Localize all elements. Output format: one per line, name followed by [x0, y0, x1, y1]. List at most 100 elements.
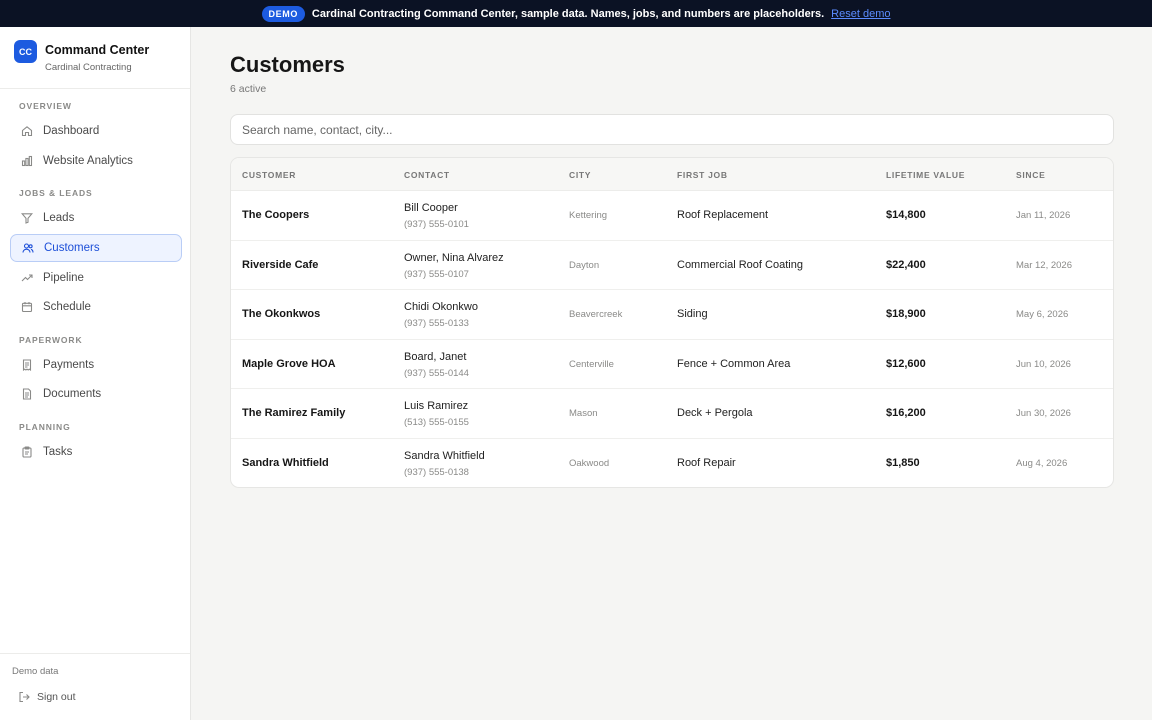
sidebar-item-label: Schedule	[43, 301, 91, 313]
lifetime-value: $18,900	[886, 308, 926, 320]
table-row[interactable]: Maple Grove HOA Board, Janet (937) 555-0…	[231, 340, 1113, 389]
first-job: Roof Repair	[677, 456, 736, 469]
nav-section-paperwork: PAPERWORK	[19, 335, 83, 345]
customers-table: CUSTOMER CONTACT CITY FIRST JOB LIFETIME…	[230, 157, 1114, 488]
sidebar-item-leads[interactable]: Leads	[10, 204, 182, 232]
first-job: Deck + Pergola	[677, 407, 753, 419]
sidebar-item-tasks[interactable]: Tasks	[10, 438, 182, 466]
page-title: Customers	[230, 52, 345, 77]
customer-city: Kettering	[569, 210, 608, 221]
main-content: Customers 6 active CUSTOMER CONTACT CITY…	[191, 27, 1152, 720]
contact-name: Owner, Nina Alvarez	[404, 251, 504, 264]
sidebar-item-pipeline[interactable]: Pipeline	[10, 264, 182, 292]
contact-name: Sandra Whitfield	[404, 449, 485, 462]
customer-name: The Ramirez Family	[242, 407, 346, 419]
customer-name: Riverside Cafe	[242, 258, 319, 271]
users-icon	[22, 242, 34, 254]
sidebar-item-label: Leads	[43, 212, 75, 224]
sidebar-item-label: Documents	[43, 388, 102, 400]
table-row[interactable]: The Ramirez Family Luis Ramirez (513) 55…	[231, 389, 1113, 439]
contact-name: Luis Ramirez	[404, 400, 469, 412]
contact-name: Board, Janet	[404, 350, 467, 363]
sidebar-item-label: Customers	[44, 242, 100, 254]
nav-section-planning: PLANNING	[19, 422, 71, 432]
sidebar-item-label: Dashboard	[43, 125, 100, 137]
filter-icon	[21, 212, 33, 224]
brand-company: Cardinal Contracting	[45, 62, 132, 73]
column-header-first-job: FIRST JOB	[677, 170, 728, 180]
sidebar-footer: Demo data Sign out	[0, 653, 190, 720]
lifetime-value: $1,850	[886, 456, 920, 469]
trending-up-icon	[21, 272, 33, 284]
lifetime-value: $16,200	[886, 407, 926, 419]
sidebar-item-label: Website Analytics	[43, 155, 133, 167]
contact-phone: (513) 555-0155	[404, 417, 469, 428]
banner-message: Cardinal Contracting Command Center, sam…	[311, 7, 825, 20]
contact-phone: (937) 555-0133	[404, 318, 469, 329]
file-icon	[21, 388, 33, 400]
sidebar-item-label: Payments	[43, 359, 95, 371]
brand-logo: CC	[14, 40, 37, 63]
calendar-icon	[21, 301, 33, 313]
brand-header: CC Command Center Cardinal Contracting	[0, 27, 190, 89]
demo-banner: DEMO Cardinal Contracting Command Center…	[0, 0, 1152, 27]
sidebar-item-payments[interactable]: Payments	[10, 351, 182, 379]
sidebar: CC Command Center Cardinal Contracting O…	[0, 27, 191, 720]
customer-name: The Coopers	[242, 209, 310, 221]
lifetime-value: $14,800	[886, 209, 926, 221]
sign-out-button[interactable]: Sign out	[18, 691, 76, 703]
clipboard-icon	[21, 446, 33, 458]
customer-name: Sandra Whitfield	[242, 456, 329, 469]
table-row[interactable]: Riverside Cafe Owner, Nina Alvarez (937)…	[231, 241, 1113, 290]
sidebar-item-dashboard[interactable]: Dashboard	[10, 117, 182, 145]
sidebar-item-schedule[interactable]: Schedule	[10, 293, 182, 321]
sidebar-item-documents[interactable]: Documents	[10, 380, 182, 408]
search-input[interactable]	[230, 114, 1114, 145]
lifetime-value: $12,600	[886, 357, 926, 370]
customer-city: Beavercreek	[569, 309, 623, 320]
home-icon	[21, 125, 33, 137]
brand-name: Command Center	[45, 43, 150, 57]
column-header-city: CITY	[569, 170, 592, 180]
customer-city: Centerville	[569, 358, 614, 370]
customer-since: Jan 11, 2026	[1016, 210, 1071, 221]
sidebar-item-website-analytics[interactable]: Website Analytics	[10, 147, 182, 175]
column-header-lifetime-value: LIFETIME VALUE	[886, 170, 966, 180]
customer-name: The Okonkwos	[242, 308, 321, 320]
customer-city: Dayton	[569, 259, 600, 271]
contact-phone: (937) 555-0144	[404, 367, 469, 379]
first-job: Fence + Common Area	[677, 357, 791, 370]
customer-name: Maple Grove HOA	[242, 357, 336, 370]
sign-out-label: Sign out	[37, 691, 76, 703]
customer-since: May 6, 2026	[1016, 309, 1069, 320]
demo-badge: DEMO	[261, 5, 305, 22]
table-row[interactable]: Sandra Whitfield Sandra Whitfield (937) …	[231, 439, 1113, 488]
sign-out-icon	[18, 691, 30, 703]
column-header-customer: CUSTOMER	[242, 170, 297, 180]
sidebar-item-label: Tasks	[43, 446, 73, 458]
customer-city: Mason	[569, 408, 598, 419]
active-count: 6 active	[230, 83, 267, 95]
table-row[interactable]: The Okonkwos Chidi Okonkwo (937) 555-013…	[231, 290, 1113, 340]
first-job: Siding	[677, 308, 708, 320]
contact-name: Chidi Okonkwo	[404, 301, 478, 313]
table-row[interactable]: The Coopers Bill Cooper (937) 555-0101 K…	[231, 191, 1113, 241]
demo-data-label: Demo data	[12, 666, 59, 677]
customer-since: Mar 12, 2026	[1016, 259, 1072, 271]
table-header: CUSTOMER CONTACT CITY FIRST JOB LIFETIME…	[231, 158, 1113, 191]
column-header-since: SINCE	[1016, 170, 1046, 180]
bar-chart-icon	[21, 155, 33, 167]
customer-since: Aug 4, 2026	[1016, 457, 1068, 469]
lifetime-value: $22,400	[886, 258, 926, 271]
nav-section-overview: OVERVIEW	[19, 101, 72, 111]
contact-phone: (937) 555-0107	[404, 268, 469, 280]
sidebar-item-customers[interactable]: Customers	[10, 234, 182, 262]
sidebar-item-label: Pipeline	[43, 272, 84, 284]
nav-section-jobs-leads: JOBS & LEADS	[19, 188, 93, 198]
customer-since: Jun 10, 2026	[1016, 358, 1071, 370]
contact-phone: (937) 555-0101	[404, 219, 469, 230]
contact-phone: (937) 555-0138	[404, 466, 469, 478]
customer-since: Jun 30, 2026	[1016, 408, 1071, 419]
contact-name: Bill Cooper	[404, 202, 458, 214]
reset-demo-link[interactable]: Reset demo	[831, 8, 890, 20]
